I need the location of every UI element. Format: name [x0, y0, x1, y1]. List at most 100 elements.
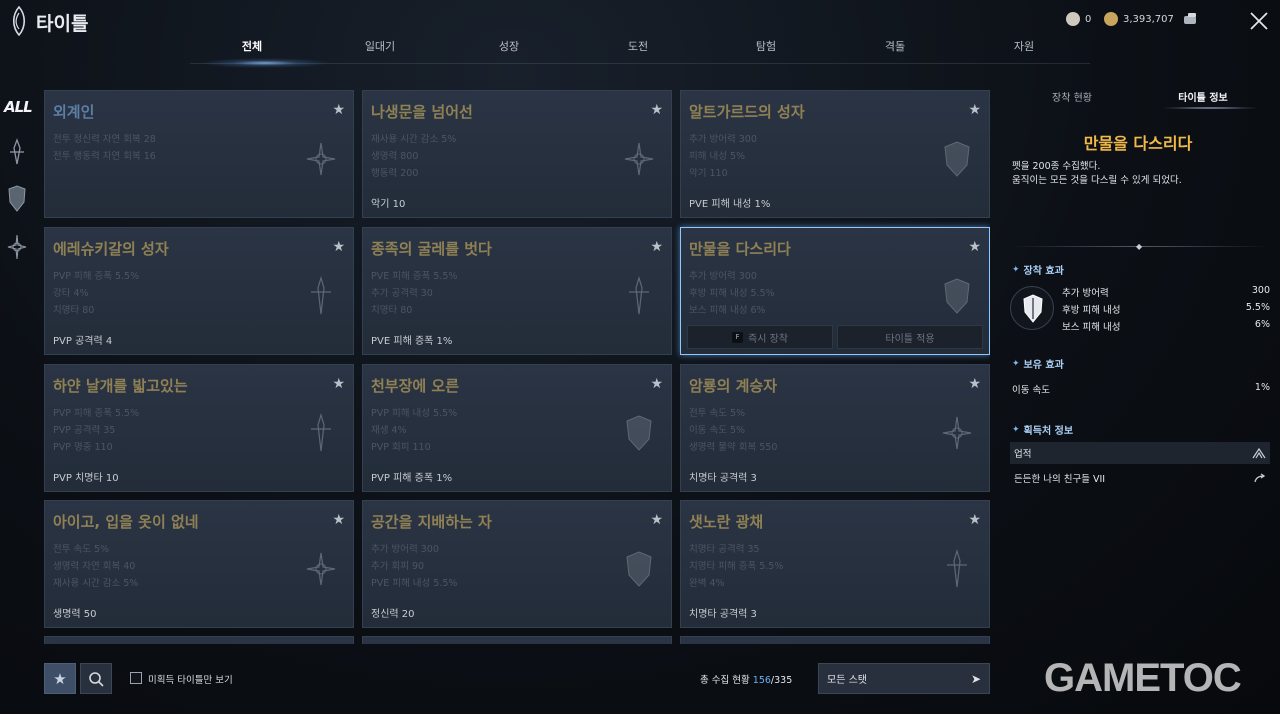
card-stat: 추가 방어력 300 [689, 134, 757, 145]
tab-growth[interactable]: 성장 [499, 38, 519, 54]
title-card-partial[interactable] [362, 636, 672, 644]
all-stats-button[interactable]: 모든 스탯 ➤ [818, 663, 990, 694]
title-card[interactable]: 천부장에 오른 PVP 피해 내성 5.5% 재생 4% PVP 회피 110 … [362, 364, 672, 492]
card-stat: 완벽 4% [689, 578, 725, 589]
hotkey-badge: F [732, 331, 743, 343]
source-info-title: 획득처 정보 [1023, 426, 1074, 437]
effect-value: 5.5% [1245, 302, 1270, 313]
sparkle-icon: ✦ [1012, 424, 1020, 435]
source-row-link[interactable]: 든든한 나의 친구들 VII [1010, 467, 1270, 489]
title-card-partial[interactable] [680, 636, 990, 644]
tab-divider [190, 63, 1090, 64]
favorite-star-icon[interactable]: ★ [968, 103, 981, 117]
sword-emblem-icon [311, 276, 331, 315]
card-stat: 피해 내성 5% [689, 151, 746, 162]
selected-title-name: 만물을 다스리다 [1083, 134, 1193, 153]
favorite-star-icon[interactable]: ★ [650, 103, 663, 117]
search-button[interactable] [80, 663, 112, 694]
shield-emblem-icon[interactable] [6, 184, 28, 214]
tab-title-info[interactable]: 타이틀 정보 [1178, 89, 1227, 104]
title-card-selected[interactable]: 만물을 다스리다 추가 방어력 300 후방 피해 내성 5.5% 보스 피해 … [680, 227, 990, 355]
card-stat: 재사용 시간 감소 5% [53, 578, 139, 589]
currency-2-value: 3,393,707 [1123, 13, 1174, 25]
sparkle-icon: ✦ [1012, 358, 1020, 369]
tab-resource[interactable]: 자원 [1014, 38, 1034, 54]
effect-name: 보스 피해 내성 [1062, 322, 1121, 333]
favorite-star-icon[interactable]: ★ [332, 240, 345, 254]
card-stat: PVP 피해 증폭 5.5% [53, 271, 140, 282]
game-logo-icon [12, 6, 26, 36]
favorite-star-icon[interactable]: ★ [968, 377, 981, 391]
tab-all[interactable]: 전체 [242, 38, 262, 54]
card-stat: 이동 속도 5% [689, 425, 746, 436]
star-emblem-icon[interactable] [6, 232, 28, 262]
card-stat: 추가 방어력 300 [371, 544, 439, 555]
favorite-star-icon[interactable]: ★ [650, 240, 663, 254]
tab-battle[interactable]: 격돌 [885, 38, 905, 54]
title-card-grid: 외계인 전투 정신력 자연 회복 28 전투 행동력 자연 회복 16 ★ 나생… [44, 90, 990, 644]
star-emblem-icon [624, 142, 654, 176]
window-title: 타이틀 [36, 13, 89, 35]
effect-value: 1% [1254, 382, 1270, 393]
card-stat: PVP 회피 110 [371, 442, 431, 453]
card-title: 외계인 [53, 103, 95, 121]
mailbox-icon[interactable] [1182, 12, 1200, 26]
kinah-coin-icon [1104, 12, 1118, 26]
card-title: 만물을 다스리다 [689, 240, 791, 258]
favorite-filter-button[interactable]: ★ [44, 663, 76, 694]
favorite-star-icon[interactable]: ★ [968, 513, 981, 527]
title-detail-panel: 장착 현황 타이틀 정보 만물을 다스리다 펫을 200종 수집했다. 움직이는… [1000, 64, 1280, 714]
card-stat: 전투 속도 5% [53, 544, 110, 555]
card-stat: 치명타 피해 증폭 5.5% [689, 561, 784, 572]
favorite-star-icon[interactable]: ★ [332, 513, 345, 527]
card-title: 아이고, 입을 옷이 없네 [53, 513, 199, 531]
title-card[interactable]: 외계인 전투 정신력 자연 회복 28 전투 행동력 자연 회복 16 ★ [44, 90, 354, 218]
tab-equip-status[interactable]: 장착 현황 [1052, 89, 1092, 104]
panel-tab-indicator [1160, 107, 1260, 109]
effect-name: 후방 피해 내성 [1062, 305, 1121, 316]
apply-title-button[interactable]: 타이틀 적용 [837, 325, 983, 349]
sword-emblem-icon[interactable] [6, 138, 28, 168]
title-card[interactable]: 하얀 날개를 밟고있는 PVP 피해 증폭 5.5% PVP 공격력 35 PV… [44, 364, 354, 492]
title-card[interactable]: 종족의 굴레를 벗다 PVE 피해 증폭 5.5% 추가 공격력 30 치명타 … [362, 227, 672, 355]
title-card[interactable]: 알트가르드의 성자 추가 방어력 300 피해 내성 5% 악기 110 PVE… [680, 90, 990, 218]
favorite-star-icon[interactable]: ★ [968, 240, 981, 254]
search-icon [89, 671, 104, 687]
title-card[interactable]: 아이고, 입을 옷이 없네 전투 속도 5% 생명력 자연 회복 40 재사용 … [44, 500, 354, 628]
rail-all-filter[interactable]: ALL [4, 98, 33, 116]
favorite-star-icon[interactable]: ★ [332, 377, 345, 391]
star-emblem-icon [942, 416, 972, 450]
source-row-achievement[interactable]: 업적 [1010, 442, 1270, 464]
title-card[interactable]: 나생문을 넘어선 재사용 시간 감소 5% 생명력 800 행동력 200 악기… [362, 90, 672, 218]
card-stat: 생명력 800 [371, 151, 419, 162]
effect-name: 이동 속도 [1012, 385, 1050, 396]
title-card[interactable]: 샛노란 광채 치명타 공격력 35 치명타 피해 증폭 5.5% 완벽 4% 치… [680, 500, 990, 628]
card-title: 천부장에 오른 [371, 377, 460, 395]
shortcut-arrow-icon[interactable] [1254, 473, 1266, 483]
card-stat: 재사용 시간 감소 5% [371, 134, 457, 145]
unowned-only-checkbox[interactable] [130, 672, 142, 684]
favorite-star-icon[interactable]: ★ [332, 103, 345, 117]
favorite-star-icon[interactable]: ★ [650, 377, 663, 391]
card-stat: 생명력 물약 회복 550 [689, 442, 778, 453]
title-card[interactable]: 에레슈키갈의 성자 PVP 피해 증폭 5.5% 강타 4% 치명타 80 PV… [44, 227, 354, 355]
divider-ornament-icon: ◆ [1136, 242, 1143, 251]
tab-exploration[interactable]: 탐험 [756, 38, 776, 54]
sword-emblem-icon [311, 413, 331, 452]
tab-challenge[interactable]: 도전 [628, 38, 648, 54]
title-card[interactable]: 공간을 지배하는 자 추가 방어력 300 추가 회피 90 PVE 피해 내성… [362, 500, 672, 628]
tab-biography[interactable]: 일대기 [365, 38, 395, 54]
title-card-partial[interactable] [44, 636, 354, 644]
title-card[interactable]: 암룡의 계승자 전투 속도 5% 이동 속도 5% 생명력 물약 회복 550 … [680, 364, 990, 492]
card-stat: 행동력 200 [371, 168, 419, 179]
card-stat: PVP 피해 내성 5.5% [371, 408, 458, 419]
card-bonus: PVP 치명타 10 [53, 473, 119, 484]
close-icon[interactable] [1248, 10, 1270, 32]
equip-effect-row: 보스 피해 내성 6% [1062, 319, 1270, 333]
quick-equip-button[interactable]: F 즉시 장착 [687, 325, 833, 349]
hold-effect-title: 보유 효과 [1023, 360, 1064, 371]
equip-effect-title: 장착 효과 [1023, 266, 1064, 277]
card-title: 나생문을 넘어선 [371, 103, 473, 121]
all-stats-label: 모든 스탯 [827, 675, 867, 686]
favorite-star-icon[interactable]: ★ [650, 513, 663, 527]
